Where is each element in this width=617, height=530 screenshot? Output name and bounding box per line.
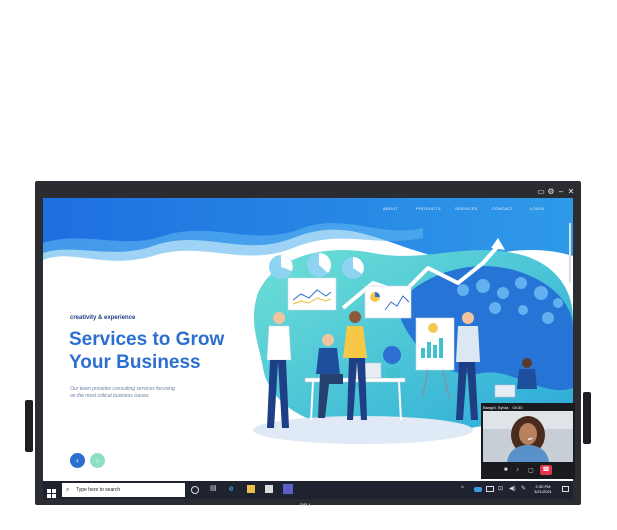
video-call-header: Bangel, Sylvia 04:30 (483, 405, 523, 410)
microphone-icon[interactable]: ♪ (516, 467, 519, 473)
call-duration: 04:30 (512, 405, 523, 410)
tray-chevron-icon[interactable]: ^ (461, 486, 464, 492)
task-view-icon[interactable]: ▤ (210, 485, 218, 493)
share-screen-icon[interactable]: ▢ (528, 467, 534, 474)
left-handle (25, 400, 33, 452)
file-explorer-icon[interactable] (247, 485, 255, 493)
cortana-icon[interactable] (191, 486, 199, 494)
nav-contact[interactable]: CONTACT (492, 206, 513, 211)
carousel-next-button[interactable]: › (90, 453, 105, 468)
windows-start-icon[interactable] (47, 485, 56, 503)
caller-video (483, 411, 573, 462)
onedrive-icon[interactable] (474, 487, 482, 492)
hero-title: Services to Grow Your Business (69, 328, 269, 374)
nav-products[interactable]: PRODUCTS (416, 206, 441, 211)
search-icon: ⌕ (66, 487, 70, 493)
pen-icon[interactable]: ✎ (521, 485, 526, 492)
caller-name: Bangel, Sylvia (483, 405, 509, 410)
taskbar-date: 3/21/2021 (534, 489, 552, 494)
nav-services[interactable]: SERVICES (455, 206, 478, 211)
camera-icon[interactable]: ■ (504, 467, 508, 473)
hero-description-line-1: Our team provides consulting services fo… (70, 386, 175, 392)
hero-description-line-2: on the most critical business issues. (70, 393, 150, 399)
hangup-icon: ☎ (542, 467, 550, 473)
hangup-button[interactable]: ☎ (540, 465, 552, 475)
right-handle (583, 392, 591, 444)
settings-icon[interactable]: ⚙ (547, 188, 555, 196)
chevron-right-icon: › (96, 456, 99, 465)
hero-title-line-1: Services to Grow (69, 329, 225, 350)
hero-description: Our team provides consulting services fo… (70, 386, 220, 400)
restore-icon[interactable]: ▭ (537, 188, 545, 196)
close-icon[interactable]: ✕ (567, 188, 575, 196)
notification-icon[interactable] (562, 486, 569, 492)
nav-about[interactable]: ABOUT (383, 206, 398, 211)
minimize-icon[interactable]: – (557, 188, 565, 196)
battery-icon[interactable] (486, 486, 494, 492)
chevron-left-icon: ‹ (76, 456, 79, 465)
volume-icon[interactable]: ◀) (509, 485, 516, 492)
hero-title-line-2: Your Business (69, 352, 201, 373)
taskbar-search-input[interactable]: Type here to search (62, 483, 185, 497)
edge-icon[interactable]: e (229, 485, 237, 493)
window-title-strip (43, 187, 573, 198)
carousel-prev-button[interactable]: ‹ (70, 453, 85, 468)
taskbar-clock[interactable]: 2:30 PM 3/21/2021 (532, 484, 554, 494)
teams-icon[interactable] (283, 484, 293, 494)
nav-login[interactable]: LOGIN (530, 206, 544, 211)
hero-tagline: creativity & experience (70, 315, 136, 321)
network-icon[interactable]: ⊡ (498, 485, 503, 492)
monitor-brand-logo: DELL (300, 502, 312, 507)
store-icon[interactable] (265, 485, 273, 493)
